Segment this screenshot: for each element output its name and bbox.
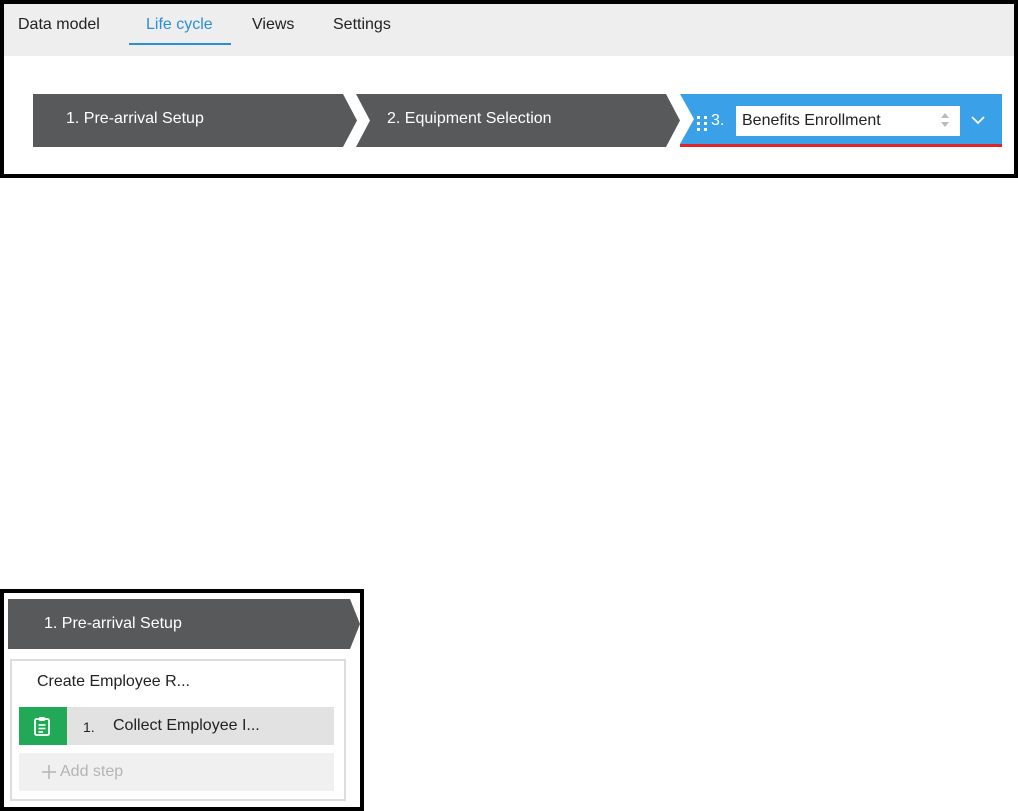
stage-detail-panel: 1. Pre-arrival Setup Create Employee R..… — [0, 589, 364, 811]
case-designer-panel: Data model Life cycle Views Settings 1. … — [0, 0, 1018, 178]
drag-handle-icon[interactable] — [697, 116, 707, 131]
validation-underline — [680, 144, 1002, 147]
stage-label: 1. Pre-arrival Setup — [66, 110, 204, 127]
stage-number: 3. — [711, 112, 725, 129]
plus-icon — [42, 765, 56, 779]
spinner-arrows-icon[interactable] — [940, 111, 950, 129]
step-number: 1. — [83, 719, 95, 735]
chevron-down-icon[interactable] — [971, 115, 985, 125]
tab-views[interactable]: Views — [252, 13, 294, 45]
stage-name-input[interactable] — [736, 106, 960, 136]
step-label: Collect Employee I... — [113, 717, 260, 734]
stage-benefits-enrollment[interactable]: 3. — [680, 94, 1002, 147]
process-card: Create Employee R... 1. Collect Employee… — [10, 659, 346, 801]
tab-life-cycle[interactable]: Life cycle — [129, 13, 231, 45]
clipboard-icon — [19, 707, 67, 745]
process-title[interactable]: Create Employee R... — [37, 673, 190, 691]
stage-pre-arrival-setup[interactable]: 1. Pre-arrival Setup — [8, 599, 360, 649]
add-step-button[interactable]: Add step — [19, 753, 334, 791]
designer-tabbar: Data model Life cycle Views Settings — [4, 4, 1014, 56]
stage-label: 1. Pre-arrival Setup — [44, 615, 182, 632]
step-row[interactable]: 1. Collect Employee I... — [19, 707, 334, 745]
tab-data-model[interactable]: Data model — [18, 13, 100, 45]
stage-equipment-selection[interactable]: 2. Equipment Selection — [356, 94, 680, 147]
stage-notch — [680, 94, 694, 144]
add-step-label: Add step — [60, 763, 124, 780]
stage-pre-arrival-setup[interactable]: 1. Pre-arrival Setup — [33, 94, 357, 147]
tab-settings[interactable]: Settings — [333, 13, 391, 45]
stage-label: 2. Equipment Selection — [387, 110, 552, 127]
